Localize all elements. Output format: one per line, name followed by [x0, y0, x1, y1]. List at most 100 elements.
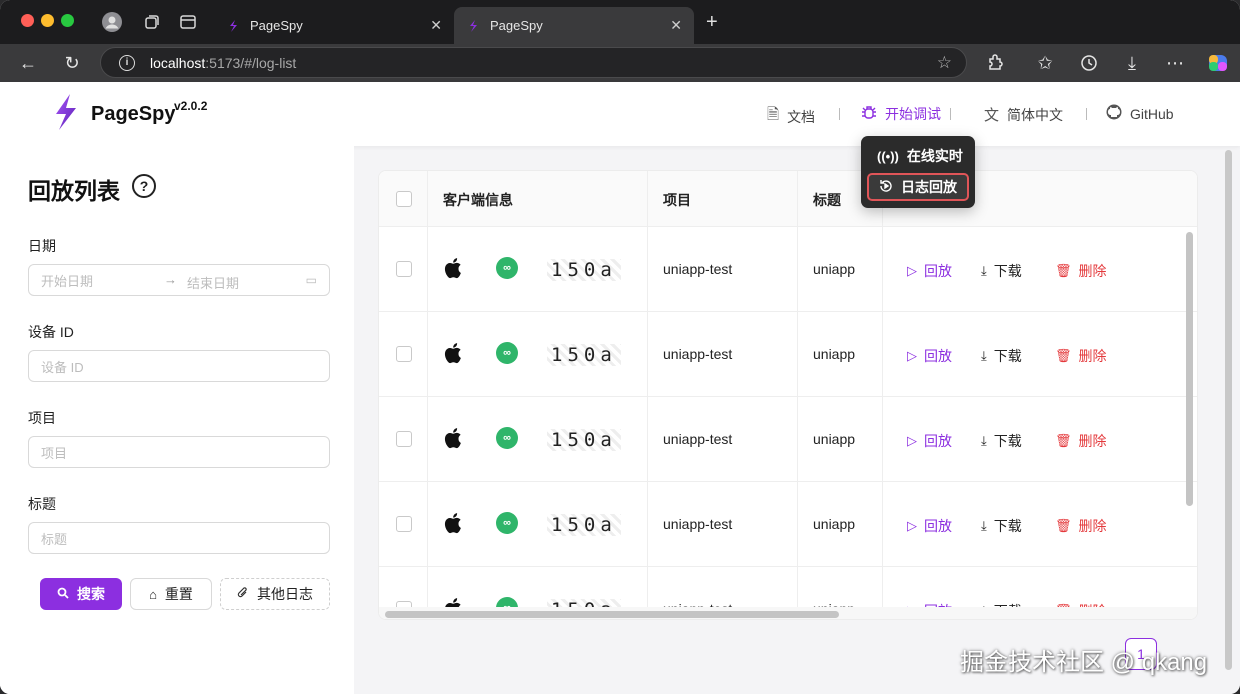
search-icon	[57, 587, 69, 602]
nav-divider	[950, 108, 951, 120]
reset-button-label: 重置	[164, 586, 193, 602]
address-bar[interactable]: i localhost:5173/#/log-list ☆	[100, 47, 967, 78]
reset-button[interactable]: ⌂ 重置	[130, 578, 212, 610]
tab-title: PageSpy	[250, 18, 303, 33]
row-checkbox[interactable]	[396, 516, 412, 532]
replay-table: 客户端信息 项目 标题 ∞ 150a uniapp-test uniapp ▷ 回放 ⤓ 下载…	[378, 170, 1198, 620]
download-button[interactable]: ⤓ 下载	[981, 346, 1022, 366]
device-id: 150a	[547, 259, 621, 281]
replay-button[interactable]: ▷ 回放	[907, 346, 952, 366]
nav-language-label: 简体中文	[1007, 106, 1064, 123]
tab-actions-icon[interactable]	[178, 12, 198, 32]
arrow-right-icon: →	[164, 272, 177, 287]
nav-github[interactable]: GitHub	[1106, 104, 1174, 124]
downloads-icon[interactable]: ⤓	[1120, 51, 1144, 75]
profile-avatar-icon[interactable]	[102, 12, 122, 32]
row-checkbox[interactable]	[396, 431, 412, 447]
browser-window: PageSpy ✕ PageSpy ✕ + ← ↻ i localhost:51…	[0, 0, 1240, 694]
column-divider	[882, 397, 883, 482]
search-button[interactable]: 搜索	[40, 578, 122, 610]
download-button[interactable]: ⤓ 下载	[981, 516, 1022, 536]
favorite-star-icon[interactable]: ☆	[937, 53, 952, 73]
column-divider	[647, 397, 648, 482]
logo-text[interactable]: PageSpy	[91, 103, 175, 126]
tab-pagespy-1[interactable]: PageSpy ✕	[214, 7, 454, 44]
apple-icon	[443, 511, 465, 535]
menu-item-log-replay-label: 日志回放	[901, 179, 957, 195]
replay-icon	[879, 179, 893, 196]
extensions-icon[interactable]	[983, 51, 1007, 75]
nav-start-debug-label: 开始调试	[885, 106, 941, 122]
close-tab-icon[interactable]: ✕	[670, 17, 682, 34]
delete-button[interactable]: 🗑 删除	[1055, 431, 1107, 451]
minimize-window-button[interactable]	[41, 14, 54, 27]
replay-button-label: 回放	[924, 263, 952, 279]
favorites-icon[interactable]: ✩	[1033, 51, 1057, 75]
delete-button-label: 删除	[1078, 263, 1107, 279]
reload-icon[interactable]: ↻	[60, 51, 84, 75]
download-button[interactable]: ⤓ 下载	[981, 431, 1022, 451]
download-icon: ⤓	[981, 518, 987, 533]
help-icon[interactable]: ?	[132, 174, 156, 198]
new-tab-icon[interactable]: +	[706, 12, 718, 32]
delete-button[interactable]: 🗑 删除	[1055, 261, 1107, 281]
menu-item-log-replay[interactable]: 日志回放	[867, 173, 969, 201]
row-title: uniapp	[813, 261, 856, 277]
mini-program-icon: ∞	[496, 342, 518, 364]
header-divider	[797, 171, 798, 227]
site-info-icon[interactable]: i	[119, 54, 135, 71]
delete-button[interactable]: 🗑 删除	[1055, 346, 1107, 366]
replay-button[interactable]: ▷ 回放	[907, 431, 952, 451]
table-row: ∞ 150a uniapp-test uniapp ▷ 回放 ⤓ 下载 🗑 删除	[379, 312, 1197, 397]
device-id: 150a	[547, 344, 621, 366]
horizontal-scrollbar[interactable]	[385, 611, 839, 618]
download-button-label: 下载	[993, 263, 1022, 279]
row-checkbox[interactable]	[396, 261, 412, 277]
copilot-icon[interactable]	[1206, 51, 1230, 75]
column-divider	[647, 227, 648, 312]
replay-button[interactable]: ▷ 回放	[907, 516, 952, 536]
site-header: PageSpy v2.0.2 🗎 文档 开始调试 文 简体中文 GitHub	[0, 82, 1240, 146]
nav-divider	[1086, 108, 1087, 120]
menu-item-live[interactable]: ((•)) 在线实时	[867, 142, 969, 170]
play-circle-icon: ▷	[907, 433, 917, 448]
play-circle-icon: ▷	[907, 263, 917, 278]
document-icon: 🗎	[767, 106, 780, 123]
nav-start-debug[interactable]: 开始调试	[861, 104, 941, 124]
header-divider	[647, 171, 648, 227]
history-icon[interactable]	[1077, 51, 1101, 75]
column-divider	[882, 312, 883, 397]
header-title: 标题	[813, 192, 841, 208]
delete-button[interactable]: 🗑 删除	[1055, 516, 1107, 536]
title-input[interactable]: 标题	[28, 522, 330, 554]
tab-title: PageSpy	[490, 18, 543, 33]
apple-icon	[443, 426, 465, 450]
maximize-window-button[interactable]	[61, 14, 74, 27]
mini-program-icon: ∞	[496, 512, 518, 534]
back-icon[interactable]: ←	[16, 51, 40, 75]
date-range-picker[interactable]: 开始日期 → 结束日期 ▭	[28, 264, 330, 296]
more-menu-icon[interactable]: ⋯	[1163, 51, 1187, 75]
vertical-scrollbar[interactable]	[1186, 232, 1193, 506]
download-button[interactable]: ⤓ 下载	[981, 261, 1022, 281]
play-circle-icon: ▷	[907, 518, 917, 533]
tab-pagespy-2[interactable]: PageSpy ✕	[454, 7, 694, 44]
pagespy-logo-icon[interactable]	[50, 92, 80, 132]
column-divider	[427, 482, 428, 567]
header-client-info: 客户端信息	[443, 192, 513, 208]
close-tab-icon[interactable]: ✕	[430, 17, 442, 34]
replay-button-label: 回放	[924, 433, 952, 449]
device-id-input[interactable]: 设备 ID	[28, 350, 330, 382]
close-window-button[interactable]	[21, 14, 34, 27]
page-scrollbar[interactable]	[1225, 150, 1232, 670]
replay-button[interactable]: ▷ 回放	[907, 261, 952, 281]
other-logs-button[interactable]: 其他日志	[220, 578, 330, 610]
nav-language[interactable]: 文 简体中文	[984, 104, 1063, 125]
row-checkbox[interactable]	[396, 346, 412, 362]
nav-docs[interactable]: 🗎 文档	[767, 104, 815, 129]
workspaces-icon[interactable]	[142, 12, 162, 32]
select-all-checkbox[interactable]	[396, 191, 412, 207]
column-divider	[882, 227, 883, 312]
column-divider	[797, 227, 798, 312]
project-input[interactable]: 项目	[28, 436, 330, 468]
